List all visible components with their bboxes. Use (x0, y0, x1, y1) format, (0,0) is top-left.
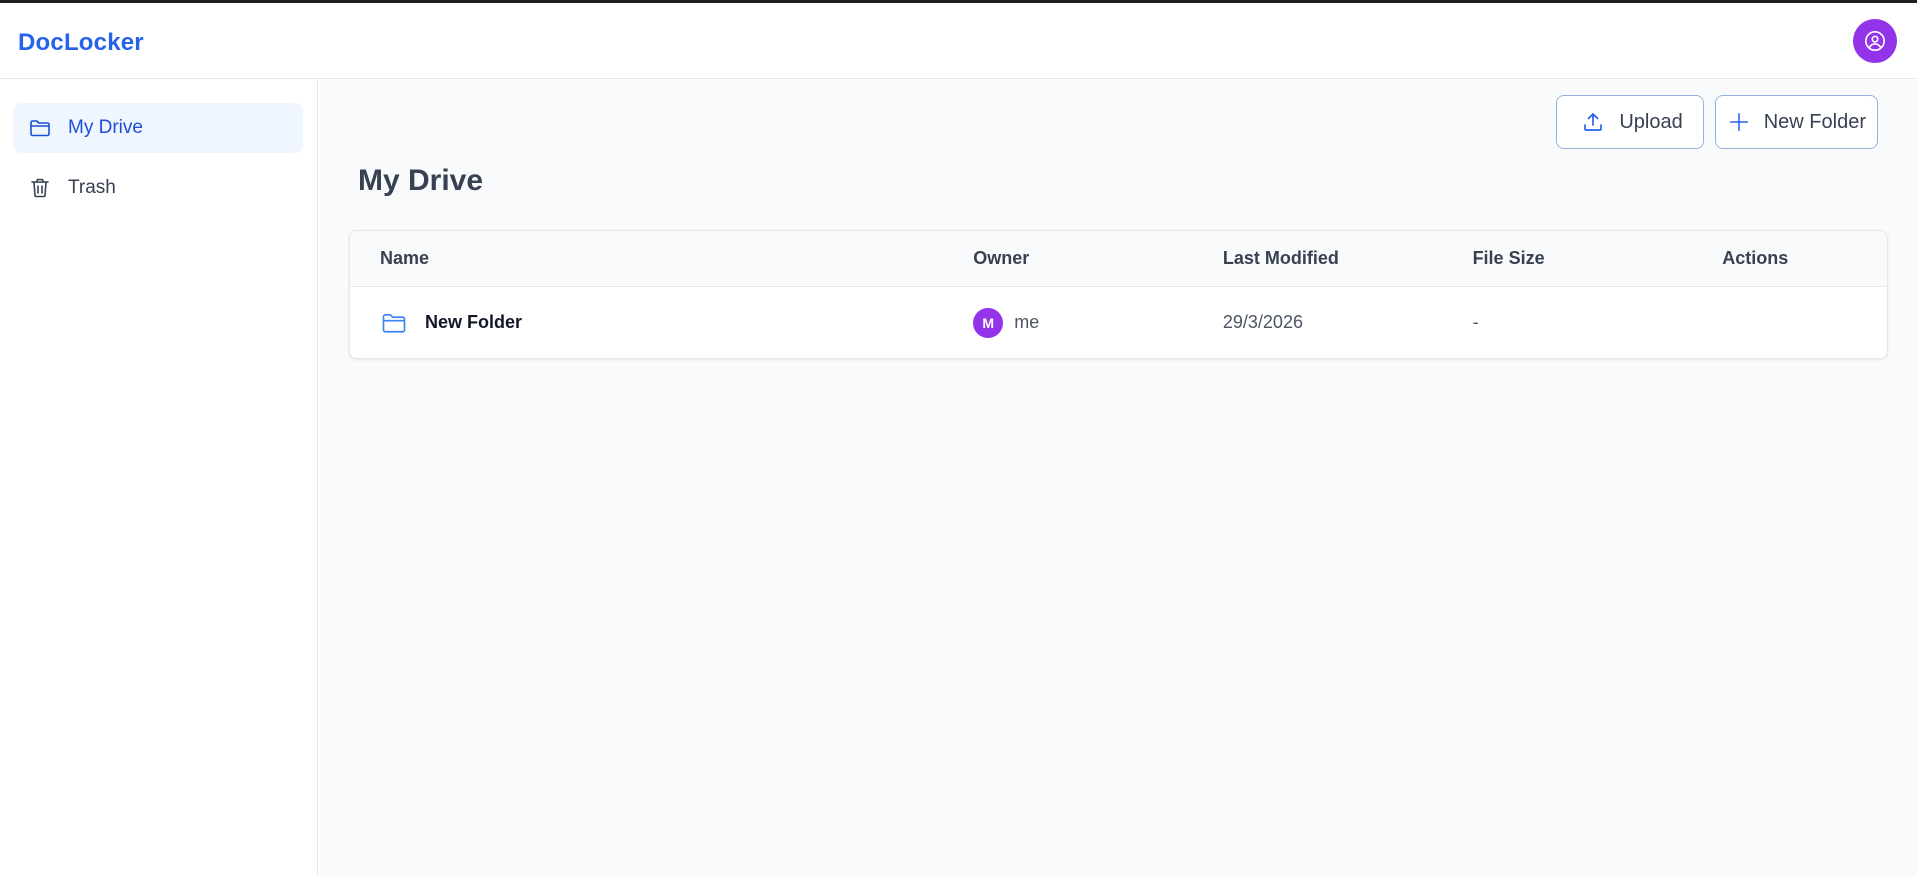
app-window: DocLocker My Drive Trash Upload New Fold… (0, 0, 1917, 877)
row-last-modified: 29/3/2026 (1222, 312, 1303, 332)
column-header-file-size[interactable]: File Size (1473, 248, 1723, 269)
folder-icon (380, 309, 408, 337)
top-bar: DocLocker (0, 3, 1917, 79)
owner-name: me (1014, 312, 1040, 332)
column-header-owner[interactable]: Owner (973, 248, 1223, 269)
trash-icon (28, 176, 52, 200)
table-row[interactable]: New Folder M me 29/3/2026 - (350, 287, 1887, 358)
sidebar-item-trash[interactable]: Trash (13, 163, 303, 213)
toolbar: Upload New Folder (1556, 95, 1878, 149)
column-header-actions: Actions (1722, 248, 1789, 268)
new-folder-button[interactable]: New Folder (1714, 95, 1878, 149)
owner-avatar: M (973, 307, 1004, 338)
new-folder-label: New Folder (1763, 110, 1866, 133)
sidebar-item-my-drive[interactable]: My Drive (13, 103, 303, 153)
page-title: My Drive (358, 164, 484, 197)
upload-icon (1581, 110, 1605, 134)
main-content: Upload New Folder My Drive Name Owner La… (319, 80, 1917, 877)
sidebar-item-label: My Drive (68, 117, 143, 138)
column-header-name[interactable]: Name (350, 248, 973, 269)
sidebar-item-label: Trash (68, 177, 116, 198)
sidebar: My Drive Trash (0, 80, 318, 877)
row-owner-cell: M me (973, 307, 1223, 338)
user-circle-icon (1864, 30, 1886, 52)
column-header-last-modified[interactable]: Last Modified (1223, 248, 1473, 269)
upload-button[interactable]: Upload (1556, 95, 1704, 149)
file-name[interactable]: New Folder (425, 312, 522, 333)
plus-icon (1728, 111, 1750, 133)
upload-label: Upload (1619, 110, 1683, 133)
row-file-size: - (1472, 312, 1479, 332)
account-button[interactable] (1853, 19, 1897, 63)
folder-open-icon (28, 116, 52, 140)
brand-logo[interactable]: DocLocker (18, 29, 144, 57)
row-name-cell: New Folder (350, 309, 973, 337)
file-table: Name Owner Last Modified File Size Actio… (349, 230, 1888, 359)
table-header: Name Owner Last Modified File Size Actio… (350, 231, 1887, 287)
